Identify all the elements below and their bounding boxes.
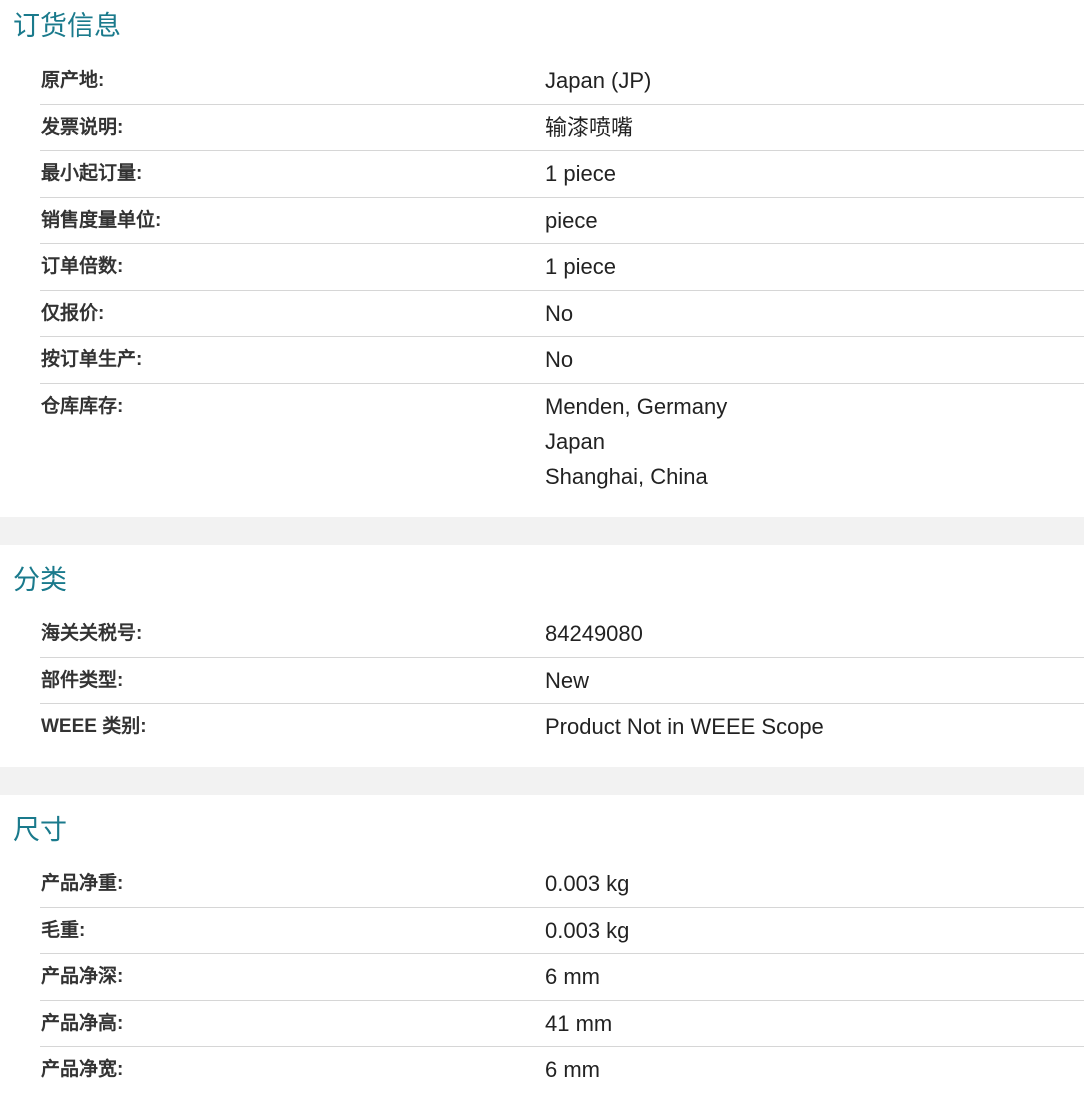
table-row: 仓库库存: Menden, Germany Japan Shanghai, Ch…	[0, 384, 1084, 514]
ordering-info-section: 订货信息 原产地: Japan (JP) 发票说明: 输漆喷嘴 最小起订量: 1…	[0, 0, 1084, 517]
row-label: WEEE 类别:	[41, 716, 147, 737]
table-row: 按订单生产: No	[0, 337, 1084, 384]
table-row: 销售度量单位: piece	[0, 198, 1084, 244]
row-label: 原产地:	[41, 70, 105, 91]
table-row: 毛重: 0.003 kg	[0, 908, 1084, 954]
classification-table: 海关关税号: 84249080 部件类型: New WEEE 类别: Produ…	[0, 611, 1084, 751]
row-value: 6 mm	[545, 964, 600, 989]
table-row: 原产地: Japan (JP)	[0, 58, 1084, 105]
row-value: 41 mm	[545, 1010, 613, 1036]
section-separator	[0, 767, 1084, 795]
row-label: 产品净深:	[41, 966, 124, 987]
section-title-classification: 分类	[13, 565, 67, 595]
row-value: New	[545, 667, 590, 693]
row-label: 产品净宽:	[41, 1059, 124, 1080]
row-value: 1 piece	[545, 254, 616, 279]
warehouse-stock-list: Menden, Germany Japan Shanghai, China	[545, 389, 727, 494]
row-label: 按订单生产:	[41, 349, 143, 370]
row-value: piece	[545, 207, 598, 233]
table-row: 产品净高: 41 mm	[0, 1001, 1084, 1047]
table-row: 部件类型: New	[0, 658, 1084, 704]
table-row: 最小起订量: 1 piece	[0, 151, 1084, 198]
section-title-ordering-info: 订货信息	[13, 11, 121, 41]
row-value: 84249080	[545, 621, 643, 646]
row-value: No	[545, 347, 574, 372]
row-value: 0.003 kg	[545, 917, 630, 943]
section-separator	[0, 517, 1084, 545]
row-label: 产品净重:	[41, 873, 124, 894]
table-row: 仅报价: No	[0, 291, 1084, 337]
table-row: 订单倍数: 1 piece	[0, 244, 1084, 291]
dimensions-section: 尺寸 产品净重: 0.003 kg 毛重: 0.003 kg 产品净深: 6 m…	[0, 795, 1084, 1111]
table-row: 产品净深: 6 mm	[0, 954, 1084, 1001]
table-row: 发票说明: 输漆喷嘴	[0, 105, 1084, 151]
row-value: 6 mm	[545, 1057, 600, 1082]
row-value: 0.003 kg	[545, 871, 630, 896]
row-value: Product Not in WEEE Scope	[545, 714, 824, 739]
warehouse-location: Shanghai, China	[545, 463, 708, 489]
row-label: 仓库库存:	[41, 395, 124, 417]
dimensions-table: 产品净重: 0.003 kg 毛重: 0.003 kg 产品净深: 6 mm 产…	[0, 861, 1084, 1094]
row-label: 发票说明:	[41, 116, 124, 138]
row-label: 订单倍数:	[41, 256, 124, 277]
row-label: 毛重:	[41, 919, 86, 941]
row-label: 部件类型:	[41, 669, 124, 691]
section-title-dimensions: 尺寸	[13, 815, 67, 845]
row-label: 销售度量单位:	[41, 209, 162, 231]
row-value: 输漆喷嘴	[545, 114, 634, 140]
row-label: 产品净高:	[41, 1012, 124, 1034]
row-value: No	[545, 300, 574, 326]
row-value: 1 piece	[545, 161, 616, 186]
warehouse-location: Japan	[545, 428, 605, 454]
table-row: 产品净宽: 6 mm	[0, 1047, 1084, 1094]
ordering-info-table: 原产地: Japan (JP) 发票说明: 输漆喷嘴 最小起订量: 1 piec…	[0, 58, 1084, 514]
row-label: 仅报价:	[41, 302, 105, 324]
row-label: 海关关税号:	[41, 623, 143, 644]
row-value: Japan (JP)	[545, 68, 652, 93]
table-row: 海关关税号: 84249080	[0, 611, 1084, 658]
warehouse-location: Menden, Germany	[545, 393, 728, 419]
row-label: 最小起订量:	[41, 163, 143, 184]
table-row: WEEE 类别: Product Not in WEEE Scope	[0, 704, 1084, 751]
table-row: 产品净重: 0.003 kg	[0, 861, 1084, 908]
classification-section: 分类 海关关税号: 84249080 部件类型: New WEEE 类别: Pr…	[0, 545, 1084, 767]
